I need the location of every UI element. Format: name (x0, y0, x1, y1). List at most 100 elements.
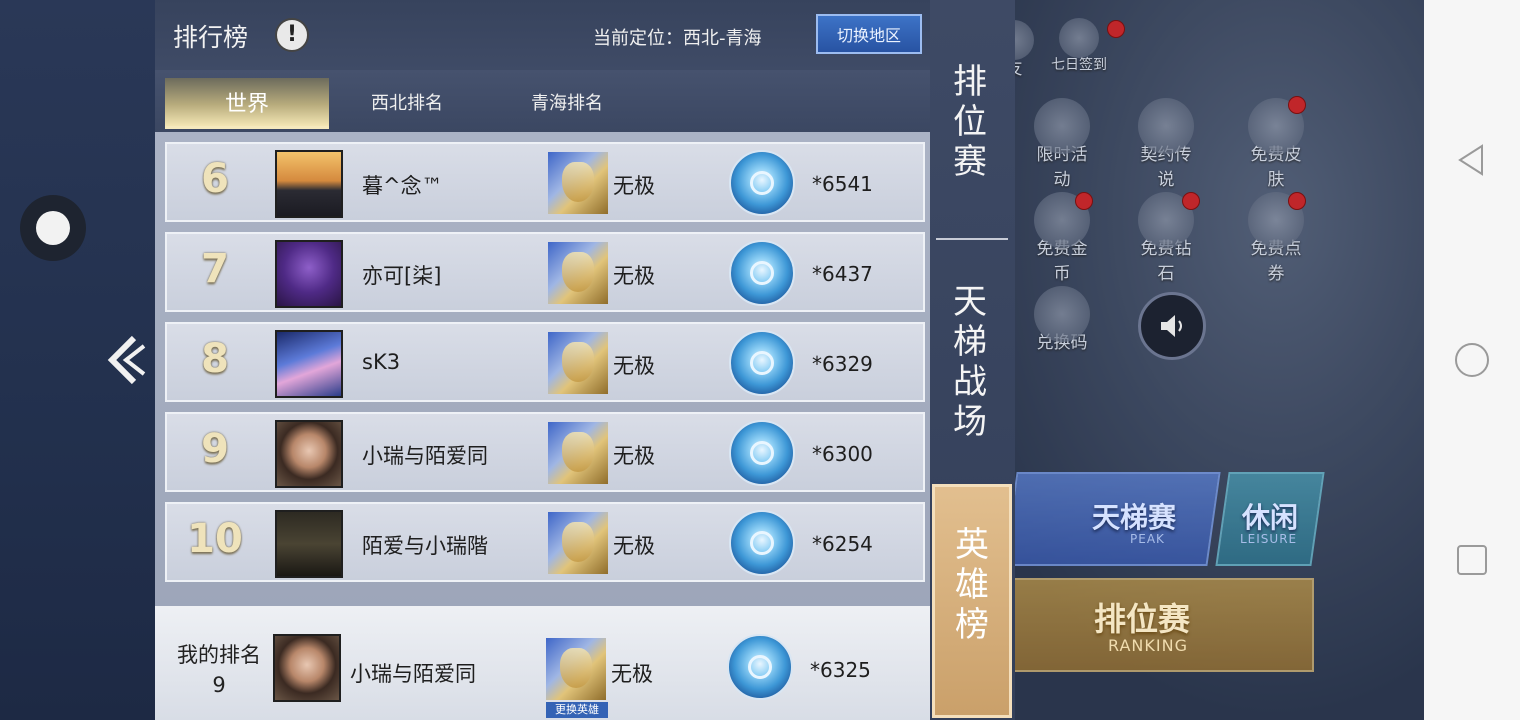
redeem-code-art (1034, 286, 1090, 342)
hero-portrait (548, 512, 608, 574)
hero-mask-art (560, 648, 592, 688)
my-rank-row[interactable]: 我的排名 9 小瑞与陌爱同 更换英雄 无极 *6325 (155, 606, 930, 720)
recents-square-icon[interactable] (1454, 542, 1490, 578)
redeem-code-icon[interactable]: 兑换码 (1030, 286, 1094, 353)
system-navigation-bar (1424, 0, 1520, 720)
player-name: 暮^念™ (362, 174, 443, 198)
hero-name: 无极 (613, 444, 655, 468)
tab-northwest[interactable]: 西北排名 (325, 78, 489, 126)
tab-qinghai[interactable]: 青海排名 (485, 78, 649, 126)
hero-mask-art (562, 522, 594, 562)
medal-inner (750, 261, 774, 285)
contract-legend-art (1138, 98, 1194, 154)
score: *6437 (812, 262, 873, 286)
rank-number: 10 (187, 516, 243, 562)
hero-mask-art (562, 252, 594, 292)
limited-event-art (1034, 98, 1090, 154)
table-row[interactable]: 10 陌爱与小瑞階 无极 *6254 (165, 502, 925, 582)
hero-name: 无极 (613, 354, 655, 378)
rank-medal-icon (729, 330, 795, 396)
region-tabs: 世界 西北排名 青海排名 (155, 70, 930, 132)
table-row[interactable]: 9 小瑞与陌爱同 无极 *6300 (165, 412, 925, 492)
player-name: 小瑞与陌爱同 (362, 444, 488, 468)
medal-inner (750, 351, 774, 375)
medal-inner (750, 441, 774, 465)
home-circle-icon[interactable] (1454, 342, 1490, 378)
limited-event-icon[interactable]: 限时活动 (1030, 98, 1094, 190)
seven-day-checkin-icon[interactable]: 七日签到 (1044, 18, 1114, 74)
hero-mask-art (562, 432, 594, 472)
hero-portrait (548, 332, 608, 394)
ranking-label: 排位赛 (1094, 600, 1191, 638)
side-tab-divider (936, 238, 1008, 240)
side-tab-hero-ranking[interactable]: 英 雄 榜 (932, 484, 1012, 718)
avatar (273, 634, 341, 702)
table-row[interactable]: 8 sK3 无极 *6329 (165, 322, 925, 402)
rank-medal-icon (729, 510, 795, 576)
current-location: 当前定位：西北-青海 (593, 28, 762, 49)
hero-portrait (548, 422, 608, 484)
leisure-label: 休闲 (1242, 501, 1299, 534)
my-rank-number: 9 (212, 673, 226, 697)
score: *6254 (812, 532, 873, 556)
rank-medal-icon (729, 240, 795, 306)
avatar (275, 510, 343, 578)
side-tab-ladder[interactable]: 天 梯 战 场 (930, 282, 1010, 442)
table-row[interactable]: 6 暮^念™ 无极 *6541 (165, 142, 925, 222)
floating-assist-ball[interactable] (20, 195, 86, 261)
category-side-tabs: 排 位 赛 天 梯 战 场 英 雄 榜 (930, 0, 1015, 720)
rank-medal-icon (729, 420, 795, 486)
rank-number: 6 (201, 156, 229, 202)
hero-name: 无极 (613, 264, 655, 288)
player-name: 亦可[柒] (362, 264, 442, 288)
score: *6329 (812, 352, 873, 376)
info-icon[interactable]: ! (275, 18, 309, 52)
avatar (275, 420, 343, 488)
avatar (275, 150, 343, 218)
panel-header: 排行榜 ! 当前定位：西北-青海 切换地区 (155, 0, 930, 70)
player-name: 陌爱与小瑞階 (362, 534, 488, 558)
notification-dot (1182, 192, 1200, 210)
hero-name: 无极 (613, 174, 655, 198)
change-hero-button[interactable]: 更换英雄 (546, 702, 608, 718)
rank-number: 8 (201, 336, 229, 382)
switch-region-button[interactable]: 切换地区 (816, 14, 922, 54)
score: *6541 (812, 172, 873, 196)
back-triangle-icon[interactable] (1454, 142, 1490, 178)
leisure-sub-label: LEISURE (1240, 532, 1298, 546)
rank-number: 7 (201, 246, 229, 292)
player-name: sK3 (362, 350, 401, 374)
notification-dot (1107, 20, 1125, 38)
my-rank-label: 我的排名 (177, 643, 261, 667)
my-rank-label-block: 我的排名 9 (163, 640, 275, 700)
tab-world[interactable]: 世界 (165, 78, 329, 129)
rank-medal-icon (727, 634, 793, 700)
peak-label: 天梯赛 (1092, 501, 1177, 534)
peak-sub-label: PEAK (1130, 532, 1165, 546)
score: *6300 (812, 442, 873, 466)
side-tab-ranked[interactable]: 排 位 赛 (930, 62, 1010, 182)
ranking-sub-label: RANKING (1108, 636, 1188, 655)
hero-name: 无极 (611, 662, 653, 686)
table-row[interactable]: 7 亦可[柒] 无极 *6437 (165, 232, 925, 312)
score: *6325 (810, 658, 871, 682)
medal-inner (750, 531, 774, 555)
voice-icon[interactable] (1138, 292, 1206, 360)
checkin-art (1059, 18, 1099, 58)
avatar (275, 240, 343, 308)
collapse-arrow-icon[interactable] (104, 332, 148, 388)
notification-dot (1288, 96, 1306, 114)
page-title: 排行榜 (173, 23, 249, 52)
hero-portrait[interactable] (546, 638, 606, 700)
hero-mask-art (562, 342, 594, 382)
rank-medal-icon (729, 150, 795, 216)
contract-legend-icon[interactable]: 契约传说 (1134, 98, 1198, 190)
rank-number: 9 (201, 426, 229, 472)
player-name: 小瑞与陌爱同 (350, 662, 476, 686)
avatar (275, 330, 343, 398)
medal-inner (750, 171, 774, 195)
hero-portrait (548, 242, 608, 304)
hero-name: 无极 (613, 534, 655, 558)
medal-inner (748, 655, 772, 679)
floating-ball-dot (36, 211, 70, 245)
